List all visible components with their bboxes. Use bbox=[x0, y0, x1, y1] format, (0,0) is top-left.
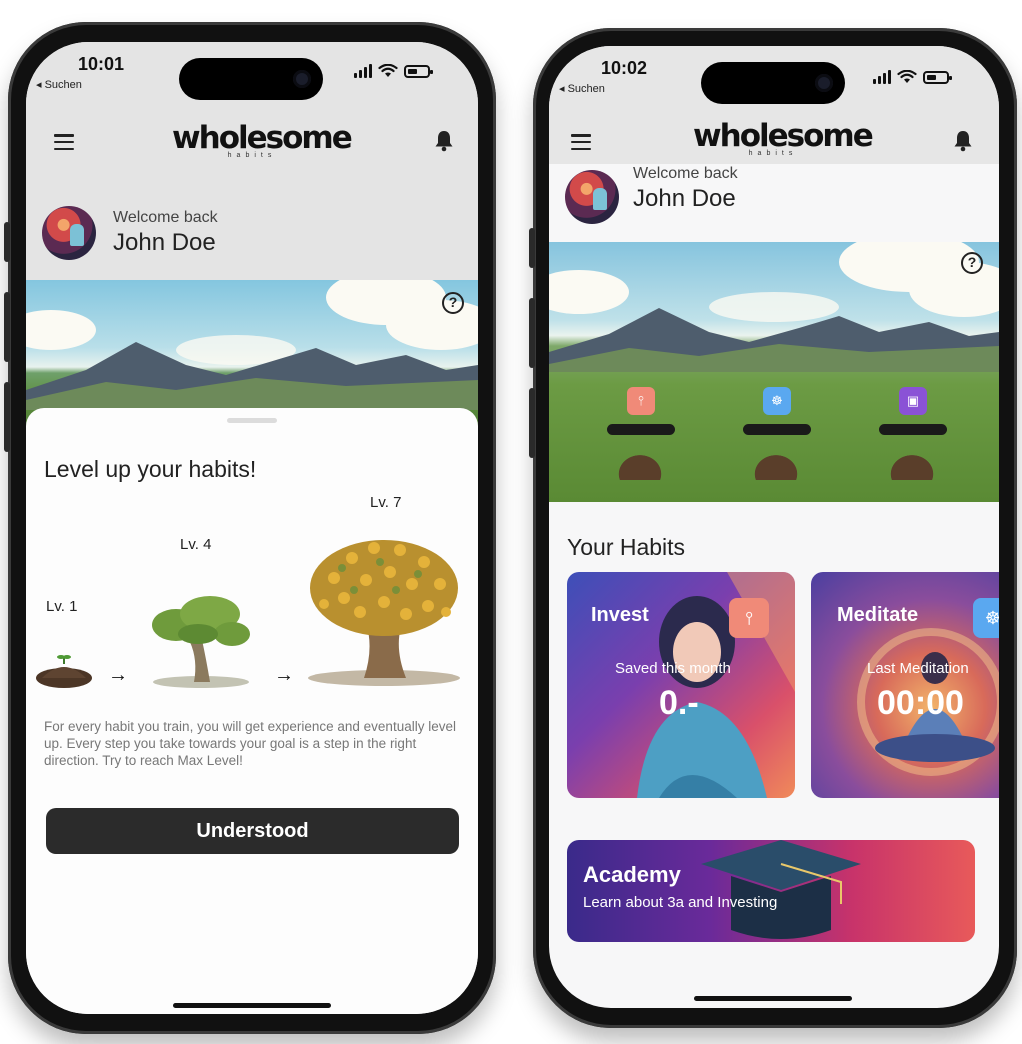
meditate-card-title: Meditate bbox=[837, 604, 919, 626]
home-indicator[interactable] bbox=[694, 996, 852, 1001]
system-status-icons bbox=[354, 64, 433, 78]
arrow-icon: → bbox=[108, 664, 128, 686]
battery-icon bbox=[404, 64, 433, 78]
right-phone-frame: 10:02 ◂ Suchen wholesome habits Welcome … bbox=[529, 28, 1017, 1028]
logo-wordmark: wholesome bbox=[693, 118, 874, 154]
menu-icon[interactable] bbox=[54, 134, 74, 150]
wifi-icon bbox=[378, 64, 398, 77]
back-to-search-link[interactable]: ◂ Suchen bbox=[36, 78, 82, 91]
invest-habit-card[interactable]: Invest ⫯ Saved this month 0.- bbox=[567, 572, 795, 798]
home-indicator[interactable] bbox=[173, 1003, 331, 1008]
signal-icon bbox=[873, 70, 891, 84]
meditate-plant-mound bbox=[749, 450, 803, 480]
mountain-range bbox=[26, 342, 478, 410]
arrow-icon: → bbox=[274, 664, 294, 686]
welcome-block: Welcome back John Doe bbox=[565, 165, 738, 224]
meditate-card-value: 00:00 bbox=[877, 684, 964, 722]
tracker-habit-icon[interactable]: ▣ bbox=[899, 387, 927, 415]
wifi-icon bbox=[897, 70, 917, 83]
side-button bbox=[4, 292, 10, 362]
side-button bbox=[4, 382, 10, 452]
meditate-card-label: Last Meditation bbox=[867, 660, 969, 677]
right-phone-screen: 10:02 ◂ Suchen wholesome habits Welcome … bbox=[549, 46, 999, 1008]
user-name: John Doe bbox=[113, 229, 216, 256]
menu-icon[interactable] bbox=[571, 134, 591, 150]
level-info-sheet: Level up your habits! Lv. 7 Lv. 4 Lv. 1 … bbox=[26, 408, 478, 1014]
invest-plant-mound bbox=[613, 450, 667, 480]
left-phone-frame: 10:01 ◂ Suchen wholesome habits Welcome … bbox=[4, 22, 496, 1034]
meditate-habit-card[interactable]: Meditate ☸ Last Meditation 00:00 bbox=[811, 572, 999, 798]
side-button bbox=[529, 298, 535, 368]
graduation-cap-icon bbox=[701, 840, 861, 939]
dynamic-island bbox=[701, 62, 845, 104]
app-bar: wholesome habits bbox=[549, 116, 999, 164]
battery-icon bbox=[923, 70, 952, 84]
avatar[interactable] bbox=[565, 170, 619, 224]
side-button bbox=[529, 388, 535, 458]
app-logo: wholesome habits bbox=[693, 118, 874, 157]
status-time: 10:02 bbox=[601, 58, 648, 78]
level-4-tree-illustration bbox=[152, 596, 250, 688]
app-bar: wholesome habits bbox=[26, 112, 478, 172]
invest-habit-icon[interactable]: ⫯ bbox=[627, 387, 655, 415]
mountain-range bbox=[549, 308, 999, 372]
left-phone-screen: 10:01 ◂ Suchen wholesome habits Welcome … bbox=[26, 42, 478, 1014]
level-description: For every habit you train, you will get … bbox=[44, 719, 456, 768]
understood-button[interactable]: Understood bbox=[46, 808, 459, 854]
level-label: Lv. 1 bbox=[46, 598, 78, 615]
system-status-icons bbox=[873, 70, 952, 84]
avatar[interactable] bbox=[42, 206, 96, 260]
tracker-progress-bar bbox=[879, 424, 947, 435]
notification-bell-icon[interactable] bbox=[434, 130, 454, 152]
welcome-block: Welcome back John Doe bbox=[42, 206, 218, 260]
meditate-habit-icon[interactable]: ☸ bbox=[763, 387, 791, 415]
help-icon[interactable]: ? bbox=[442, 292, 464, 314]
level-label: Lv. 7 bbox=[370, 494, 402, 511]
dynamic-island bbox=[179, 58, 323, 100]
sheet-grab-handle[interactable] bbox=[227, 418, 277, 423]
signal-icon bbox=[354, 64, 372, 78]
invest-progress-bar bbox=[607, 424, 675, 435]
camera-icon bbox=[293, 70, 311, 88]
status-time: 10:01 bbox=[78, 54, 125, 74]
meditate-progress-bar bbox=[743, 424, 811, 435]
side-button bbox=[529, 228, 535, 268]
user-name: John Doe bbox=[633, 185, 736, 212]
sheet-title: Level up your habits! bbox=[44, 456, 257, 482]
logo-wordmark: wholesome bbox=[172, 120, 353, 156]
your-habits-heading: Your Habits bbox=[567, 534, 686, 560]
help-icon[interactable]: ? bbox=[961, 252, 983, 274]
level-7-tree-illustration bbox=[308, 540, 460, 686]
academy-title: Academy bbox=[583, 862, 681, 887]
meditate-icon: ☸ bbox=[973, 598, 999, 638]
status-bar: 10:01 ◂ Suchen bbox=[26, 42, 478, 102]
habit-landscape: ? ⫯ ☸ ▣ bbox=[549, 242, 999, 502]
invest-card-title: Invest bbox=[591, 604, 649, 626]
academy-banner[interactable]: Academy Learn about 3a and Investing bbox=[567, 840, 975, 942]
notification-bell-icon[interactable] bbox=[953, 130, 973, 152]
tracker-plant-mound bbox=[885, 450, 939, 480]
invest-icon: ⫯ bbox=[729, 598, 769, 638]
welcome-greeting: Welcome back bbox=[633, 165, 738, 182]
back-to-search-link[interactable]: ◂ Suchen bbox=[559, 82, 605, 95]
academy-subtitle: Learn about 3a and Investing bbox=[583, 894, 778, 911]
app-logo: wholesome habits bbox=[172, 120, 353, 159]
welcome-greeting: Welcome back bbox=[113, 209, 218, 226]
level-1-sprout-illustration bbox=[36, 655, 92, 688]
invest-card-value: 0.- bbox=[659, 684, 699, 722]
status-bar: 10:02 ◂ Suchen bbox=[549, 46, 999, 106]
side-button bbox=[4, 222, 10, 262]
camera-icon bbox=[815, 74, 833, 92]
level-label: Lv. 4 bbox=[180, 536, 212, 553]
invest-card-label: Saved this month bbox=[615, 660, 731, 677]
